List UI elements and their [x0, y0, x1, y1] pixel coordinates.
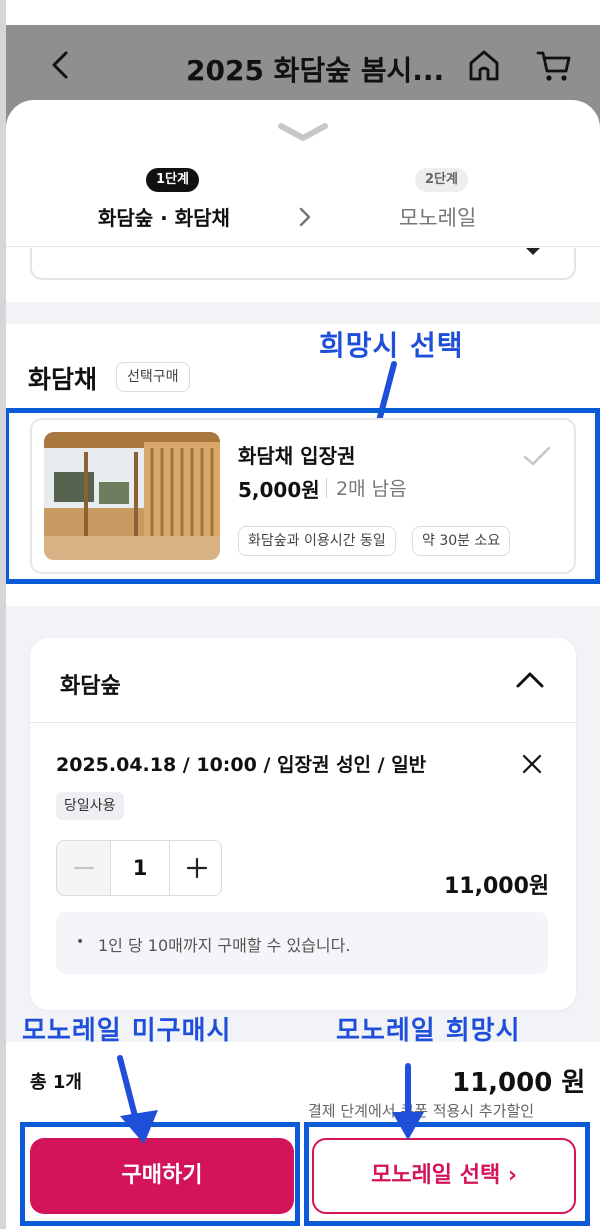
divider: [6, 246, 600, 247]
close-icon[interactable]: [520, 752, 544, 776]
checkout-footer: 총 1개 11,000 원 결제 단계에서 쿠폰 적용시 추가할인 구매하기 모…: [6, 1042, 600, 1229]
home-icon[interactable]: [464, 45, 504, 85]
hwadamchae-section: 화담채 선택구매 희망시 선택 화담채 입장권 5,000원 2매 남음 화담숲…: [6, 324, 600, 606]
cart-icon[interactable]: [534, 45, 574, 85]
purchase-limit-note: • 1인 당 10매까지 구매할 수 있습니다.: [56, 912, 548, 974]
order-item-price: 11,000원: [444, 874, 550, 899]
chevron-up-icon[interactable]: [514, 668, 546, 690]
arrow-annotation-icon: [392, 1063, 424, 1140]
order-section-title: 화담숲: [60, 674, 121, 699]
bottom-sheet: 1단계 화담숲 · 화담채 2단계 모노레일 화담채 선택구매 희망시 선택 화…: [6, 100, 600, 1229]
arrow-annotation-icon: [117, 1055, 158, 1144]
step-indicator: 1단계 화담숲 · 화담채 2단계 모노레일: [6, 160, 600, 250]
quantity-value[interactable]: 1: [111, 841, 169, 895]
increase-button[interactable]: [169, 841, 221, 895]
highlight-box: [6, 408, 600, 584]
section-gap: [6, 302, 600, 324]
note-text: 1인 당 10매까지 구매할 수 있습니다.: [98, 936, 351, 955]
step2-label[interactable]: 모노레일: [399, 202, 476, 232]
step2-badge: 2단계: [415, 168, 468, 192]
divider: [30, 722, 576, 723]
order-card: 화담숲 2025.04.18 / 10:00 / 입장권 성인 / 일반 당일사…: [30, 638, 576, 1010]
order-item-title: 2025.04.18 / 10:00 / 입장권 성인 / 일반: [56, 754, 427, 776]
section-title: 화담채: [28, 365, 98, 394]
chevron-down-icon[interactable]: [277, 122, 329, 144]
previous-select-field[interactable]: [30, 248, 576, 280]
quantity-stepper: 1: [56, 840, 222, 896]
annotation-optional-select: 희망시 선택: [319, 329, 464, 362]
bullet-icon: •: [76, 934, 85, 950]
frame-edge: [0, 0, 6, 1229]
decrease-button[interactable]: [57, 841, 111, 895]
page-title: 2025 화담숲 봄시...: [186, 54, 445, 87]
total-count: 총 1개: [30, 1072, 82, 1093]
optional-tag: 선택구매: [116, 362, 190, 392]
total-price: 11,000 원: [452, 1068, 586, 1098]
step1-label[interactable]: 화담숲 · 화담채: [98, 202, 230, 231]
caret-down-icon: [526, 248, 540, 255]
chevron-left-icon[interactable]: [44, 47, 80, 83]
highlight-box: [304, 1122, 590, 1226]
step1-badge: 1단계: [146, 168, 199, 192]
chevron-right-icon: [299, 207, 311, 227]
usage-badge: 당일사용: [56, 792, 124, 820]
minus-icon: [73, 866, 95, 870]
plus-icon: [186, 857, 208, 879]
